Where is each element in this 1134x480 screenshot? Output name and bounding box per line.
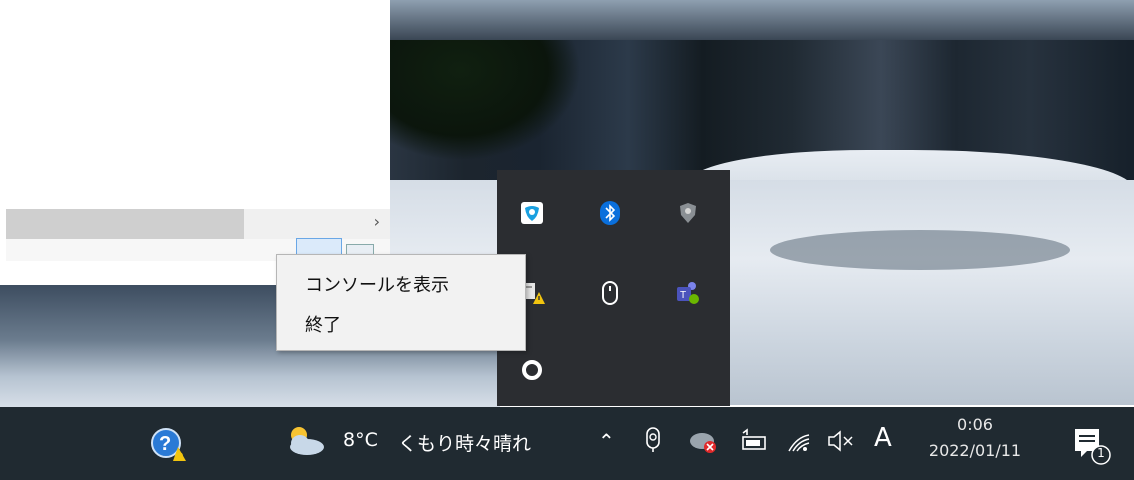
show-hidden-icons-chevron-up-icon[interactable]: ⌃ <box>598 429 615 453</box>
speaker-muted-icon[interactable] <box>826 427 858 459</box>
input-indicator[interactable]: A <box>874 423 892 453</box>
weather-temperature[interactable]: 8°C <box>343 429 378 451</box>
scroll-right-arrow-icon[interactable]: › <box>374 212 380 231</box>
wifi-icon[interactable] <box>785 427 813 459</box>
tray-overflow-flyout: T <box>497 170 730 406</box>
clock-time: 0:06 <box>957 415 993 434</box>
menu-item-exit[interactable]: 終了 <box>305 311 341 337</box>
antivirus-icon[interactable] <box>675 200 701 226</box>
svg-text:?: ? <box>159 433 171 455</box>
notification-count: 1 <box>1097 446 1105 460</box>
clock-date: 2022/01/11 <box>928 441 1022 460</box>
help-icon[interactable]: ? <box>148 425 188 467</box>
circle-app-icon[interactable] <box>519 357 545 383</box>
teams-icon[interactable]: T <box>675 280 701 306</box>
battery-icon[interactable] <box>737 427 769 459</box>
bluetooth-icon[interactable] <box>597 200 623 226</box>
taskbar: ? 8°C くもり時々晴れ ⌃ A 0:06 2022/01/11 1 <box>0 407 1134 480</box>
action-center-icon[interactable]: 1 <box>1071 425 1115 471</box>
shield-app-icon[interactable] <box>519 200 545 226</box>
desktop: › T コンソールを表示 終了 ? 8°C くもり時々晴れ ⌃ A 0:06 2… <box>0 0 1134 480</box>
app-window: › <box>0 0 390 285</box>
onedrive-error-icon[interactable] <box>688 427 720 459</box>
mic-camera-icon[interactable] <box>643 425 667 457</box>
clock[interactable]: 0:06 2022/01/11 <box>910 415 1040 460</box>
menu-item-show-console[interactable]: コンソールを表示 <box>305 271 449 297</box>
svg-text:T: T <box>680 290 686 301</box>
mouse-icon[interactable] <box>597 280 623 306</box>
horizontal-scrollbar[interactable]: › <box>6 209 390 239</box>
weather-condition[interactable]: くもり時々晴れ <box>398 429 531 456</box>
scrollbar-thumb[interactable] <box>6 209 244 239</box>
context-menu: コンソールを表示 終了 <box>276 254 526 351</box>
weather-icon[interactable] <box>283 421 329 465</box>
